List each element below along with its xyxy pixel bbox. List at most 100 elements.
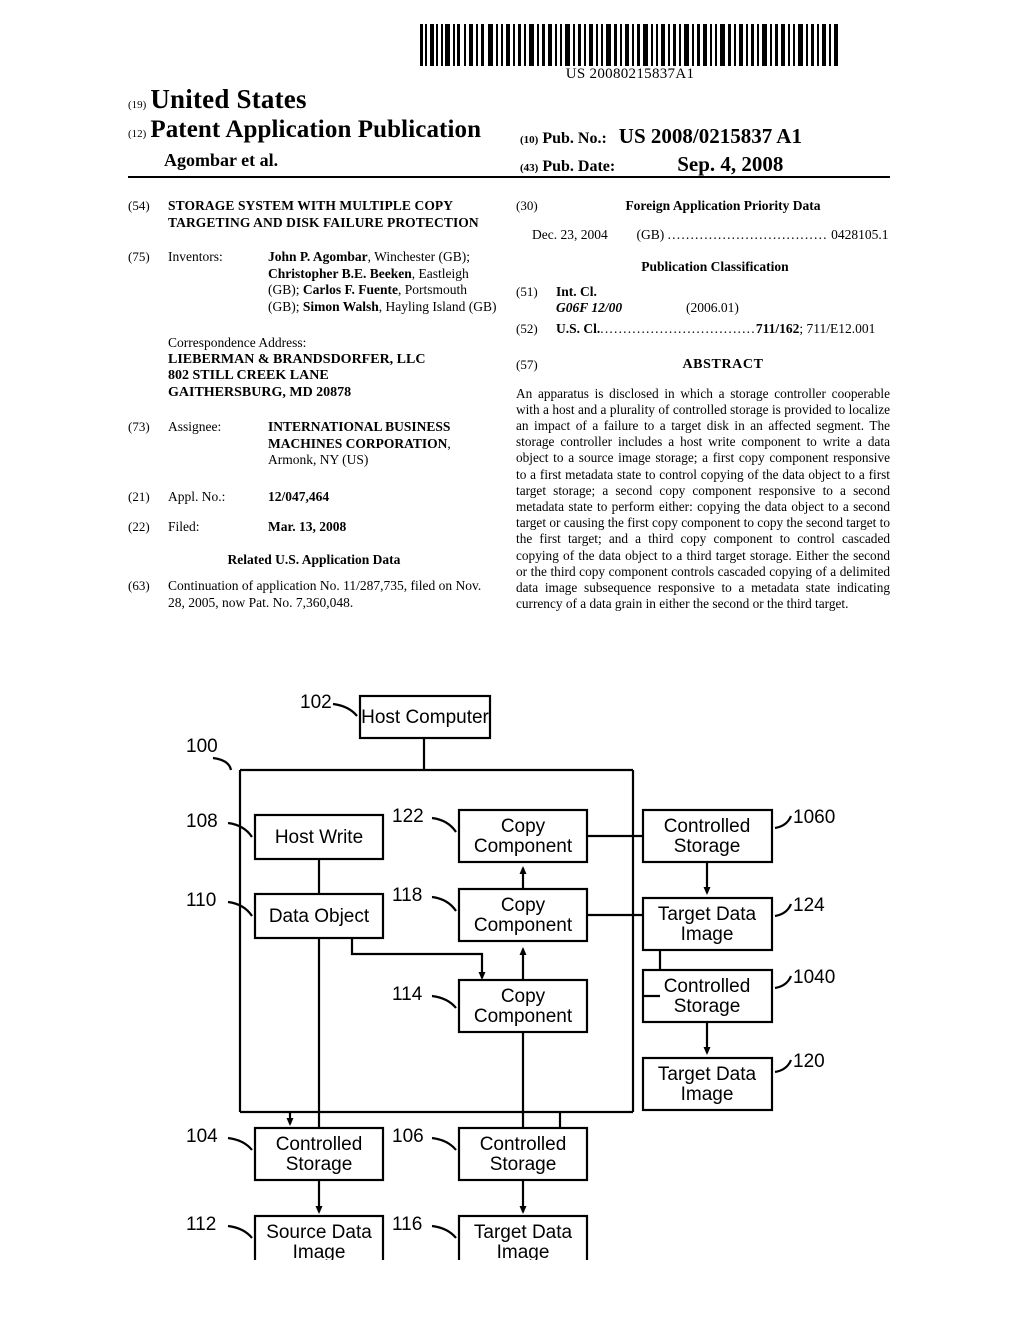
- figure-ref-110: 110: [186, 890, 216, 911]
- figure-label-cs1060-line2: Storage: [674, 836, 741, 857]
- document-type-name: Patent Application Publication: [150, 116, 482, 143]
- bibliographic-left-column: (54) STORAGE SYSTEM WITH MULTIPLE COPY T…: [128, 198, 500, 611]
- figure-ref-106: 106: [392, 1126, 424, 1147]
- figure-ref-116: 116: [392, 1214, 422, 1235]
- figure-box-host-write: Host Write: [253, 813, 385, 861]
- figure-label-tdi120-line1: Target Data: [658, 1064, 757, 1085]
- figure-label-cs1040-line2: Storage: [674, 996, 741, 1017]
- leader-114: [431, 994, 457, 1009]
- figure-label-tdi124-line2: Image: [681, 924, 734, 945]
- leader-120: [774, 1059, 793, 1074]
- inventors-code: (75): [128, 249, 150, 264]
- international-classification-code: (51): [516, 283, 538, 299]
- figure-ref-1040: 1040: [793, 967, 835, 988]
- inventor-name-1: Christopher B.E. Beeken: [268, 265, 412, 281]
- connector-data-object-to-copy-114: [350, 938, 486, 980]
- figure-box-source-data-image-112: Source Data Image: [253, 1214, 385, 1260]
- document-type-line: (12) Patent Application Publication: [128, 116, 481, 144]
- figure-ref-112: 112: [186, 1214, 216, 1235]
- figure-label-tdi116-line2: Image: [497, 1242, 550, 1260]
- us-classification-body: U.S. Cl.................................…: [556, 321, 890, 338]
- international-classification-value: G06F 12/00: [556, 300, 623, 315]
- figure-box-controlled-storage-1060: Controlled Storage: [641, 808, 774, 864]
- international-classification-label: Int. Cl.: [556, 283, 597, 299]
- figure-label-copy-118-line1: Copy: [501, 895, 546, 916]
- assignee-code: (73): [128, 419, 150, 434]
- leader-112: [227, 1224, 253, 1239]
- us-classification-code: (52): [516, 320, 538, 336]
- figure-ref-120: 120: [793, 1051, 825, 1072]
- publication-date-line: (43) Pub. Date: Sep. 4, 2008: [520, 152, 783, 177]
- us-classification-value-secondary: ; 711/E12.001: [799, 320, 876, 336]
- figure-ref-100: 100: [186, 736, 218, 757]
- us-classification-label: U.S. Cl.: [556, 320, 601, 336]
- figure-label-cs106-line1: Controlled: [480, 1134, 567, 1155]
- country-name: United States: [150, 84, 307, 114]
- international-classification-version: (2006.01): [686, 300, 739, 315]
- figure-label-copy-122-line2: Component: [474, 836, 573, 857]
- assignee-label: Assignee:: [168, 419, 222, 434]
- barcode-area: US 20080215837A1: [120, 24, 1010, 86]
- figure-ref-102: 102: [300, 692, 332, 713]
- leader-116: [431, 1224, 457, 1239]
- figure-box-copy-component-122: Copy Component: [457, 808, 589, 864]
- invention-title-code: (54): [128, 198, 150, 213]
- leader-1040: [774, 975, 793, 990]
- figure-label-copy-114-line2: Component: [474, 1006, 573, 1027]
- application-number-label: Appl. No.:: [168, 488, 226, 504]
- foreign-priority-dots: ...................................: [667, 226, 828, 242]
- correspondence-address-line-1: 802 STILL CREEK LANE: [168, 368, 329, 383]
- country-code: (19): [128, 99, 147, 111]
- correspondence-address-label: Correspondence Address:: [168, 335, 307, 350]
- invention-title: STORAGE SYSTEM WITH MULTIPLE COPY TARGET…: [168, 198, 479, 230]
- publication-classification-heading: Publication Classification: [641, 259, 789, 274]
- inventors-field: (75) Inventors: John P. Agombar, Winches…: [128, 249, 500, 315]
- figure-label-cs104-line2: Storage: [286, 1154, 353, 1175]
- filing-date-code: (22): [128, 519, 150, 534]
- figure-ref-122: 122: [392, 806, 424, 827]
- figure-box-controlled-storage-104: Controlled Storage: [253, 1126, 385, 1182]
- leader-106: [431, 1136, 457, 1151]
- inventor-location-0: , Winchester (GB);: [367, 249, 470, 264]
- figure-label-cs104-line1: Controlled: [276, 1134, 363, 1155]
- leader-100: [212, 756, 233, 771]
- leader-102: [332, 702, 358, 717]
- assignee-name: INTERNATIONAL BUSINESS MACHINES CORPORAT…: [268, 419, 451, 451]
- figure-box-target-data-image-120: Target Data Image: [641, 1056, 774, 1112]
- abstract-heading-row: (57) ABSTRACT: [516, 357, 890, 374]
- barcode-number: US 20080215837A1: [565, 66, 695, 82]
- related-application-code: (63): [128, 578, 150, 593]
- leader-118: [431, 895, 457, 912]
- publication-number-code: (10): [520, 134, 539, 146]
- leader-124: [774, 903, 793, 918]
- figure-ref-118: 118: [392, 885, 422, 906]
- inventor-surname-line: Agombar et al.: [164, 150, 279, 170]
- publication-date-code: (43): [520, 162, 539, 174]
- figure-label-cs106-line2: Storage: [490, 1154, 557, 1175]
- foreign-priority-date: Dec. 23, 2004: [532, 226, 608, 242]
- related-application-text: Continuation of application No. 11/287,7…: [168, 578, 482, 610]
- figure-label-tdi120-line2: Image: [681, 1084, 734, 1105]
- figure-label-sdi112-line2: Image: [293, 1242, 346, 1260]
- figure-box-target-data-image-124: Target Data Image: [641, 896, 774, 952]
- figure-ref-104: 104: [186, 1126, 218, 1147]
- figure-box-controlled-storage-1040: Controlled Storage: [641, 968, 774, 1024]
- inventor-location-3: , Hayling Island (GB): [378, 298, 497, 314]
- figure-box-host-computer: Host Computer: [358, 694, 492, 740]
- figure-box-controlled-storage-106: Controlled Storage: [457, 1126, 589, 1182]
- assignee-value: INTERNATIONAL BUSINESS MACHINES CORPORAT…: [268, 419, 500, 469]
- publication-number-value: US 2008/0215837 A1: [618, 124, 802, 148]
- figure-ref-108: 108: [186, 811, 218, 832]
- figure-label-tdi116-line1: Target Data: [474, 1222, 573, 1243]
- figure-label-cs1060-line1: Controlled: [664, 816, 751, 837]
- publication-number-line: (10) Pub. No.: US 2008/0215837 A1: [520, 124, 802, 149]
- figure-ref-1060: 1060: [793, 807, 835, 828]
- figure-label-sdi112-line1: Source Data: [266, 1222, 372, 1243]
- figure-label-data-object: Data Object: [269, 906, 370, 927]
- leader-122: [431, 816, 457, 833]
- document-type-code: (12): [128, 128, 147, 140]
- abstract-text: An apparatus is disclosed in which a sto…: [516, 385, 890, 612]
- inventor-name-2: Carlos F. Fuente: [302, 282, 398, 297]
- country-line: (19) United States: [128, 84, 307, 115]
- figure-box-copy-component-114: Copy Component: [457, 978, 589, 1034]
